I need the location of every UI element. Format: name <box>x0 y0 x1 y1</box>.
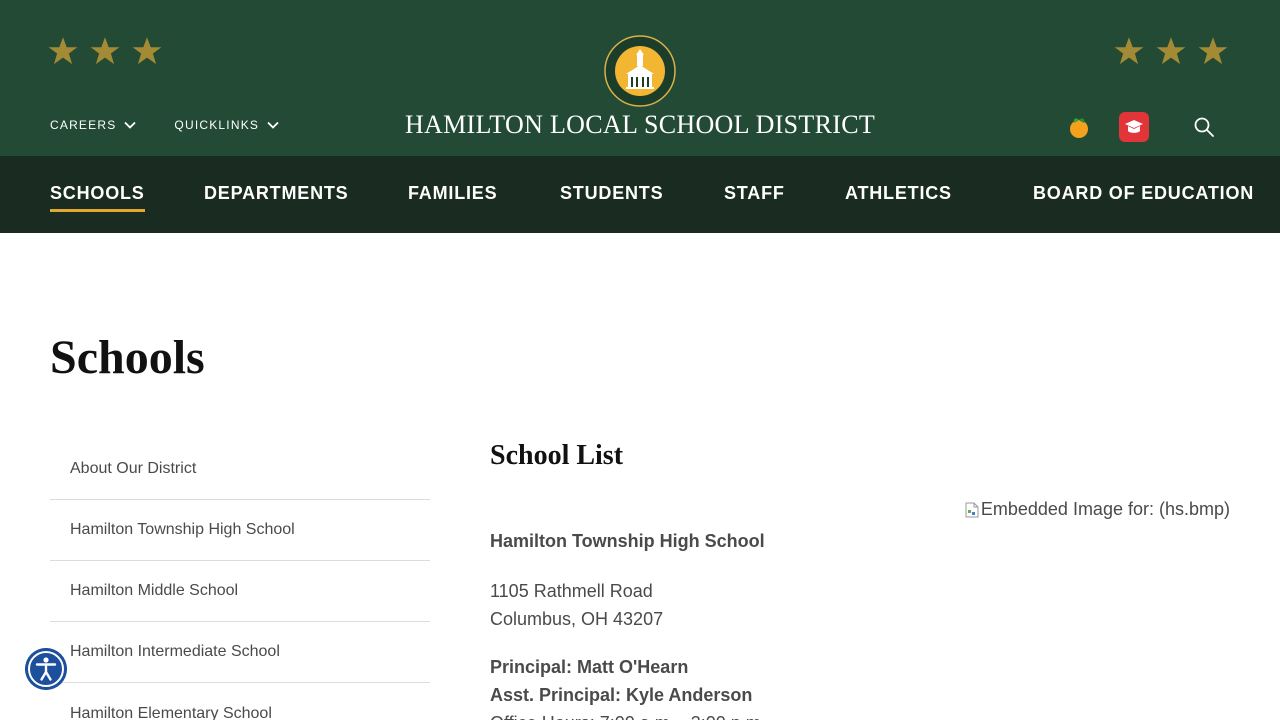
district-seal-logo[interactable] <box>604 35 676 107</box>
nav-schools[interactable]: SCHOOLS <box>50 183 145 212</box>
section-heading: School List <box>490 440 624 471</box>
address-line-1: 1105 Rathmell Road <box>490 581 653 601</box>
address-line-2: Columbus, OH 43207 <box>490 609 664 629</box>
asst-principal: Asst. Principal: Kyle Anderson <box>490 685 753 705</box>
embedded-image-alt-text: Embedded Image for: (hs.bmp) <box>980 499 1230 519</box>
page-title: Schools <box>50 331 205 384</box>
nav-families[interactable]: FAMILIES <box>408 183 497 204</box>
star-icon <box>48 37 78 65</box>
star-icon <box>1156 37 1186 65</box>
nav-departments[interactable]: DEPARTMENTS <box>204 183 348 204</box>
fruit-icon[interactable] <box>1064 112 1094 142</box>
side-item-hamilton-township-high-school[interactable]: Hamilton Township High School <box>50 500 430 561</box>
search-icon[interactable] <box>1192 115 1216 139</box>
main-nav: SCHOOLS DEPARTMENTS FAMILIES STUDENTS ST… <box>0 156 1280 233</box>
nav-staff[interactable]: STAFF <box>724 183 785 204</box>
side-item-about-our-district[interactable]: About Our District <box>50 439 430 500</box>
side-nav: About Our District Hamilton Township Hig… <box>50 439 430 720</box>
nav-board-of-education[interactable]: BOARD OF EDUCATION <box>1033 183 1254 204</box>
side-item-hamilton-middle-school[interactable]: Hamilton Middle School <box>50 561 430 622</box>
star-icon <box>1114 37 1144 65</box>
star-icon <box>1198 37 1228 65</box>
accessibility-icon[interactable] <box>25 648 67 690</box>
side-item-hamilton-elementary-school[interactable]: Hamilton Elementary School <box>50 683 430 720</box>
nav-athletics[interactable]: ATHLETICS <box>845 183 952 204</box>
stars-left <box>48 36 162 66</box>
embedded-image: Embedded Image for: (hs.bmp) <box>965 499 1230 520</box>
side-item-hamilton-intermediate-school[interactable]: Hamilton Intermediate School <box>50 622 430 683</box>
app-icon[interactable] <box>1119 112 1149 142</box>
top-header: CAREERS QUICKLINKS HAMILTON LOCAL SCHOOL… <box>0 0 1280 156</box>
school-staff: Principal: Matt O'Hearn Asst. Principal:… <box>490 653 766 720</box>
school-name: Hamilton Township High School <box>490 531 765 551</box>
office-hours: Office Hours: 7:00 a.m. - 3:00 p.m. <box>490 709 766 720</box>
principal: Principal: Matt O'Hearn <box>490 657 689 677</box>
school-address: 1105 Rathmell Road Columbus, OH 43207 <box>490 577 663 633</box>
stars-right <box>1114 36 1228 66</box>
main-content: School List Embedded Image for: (hs.bmp)… <box>490 440 1230 720</box>
star-icon <box>90 37 120 65</box>
star-icon <box>132 37 162 65</box>
broken-image-icon <box>965 502 979 517</box>
nav-students[interactable]: STUDENTS <box>560 183 663 204</box>
